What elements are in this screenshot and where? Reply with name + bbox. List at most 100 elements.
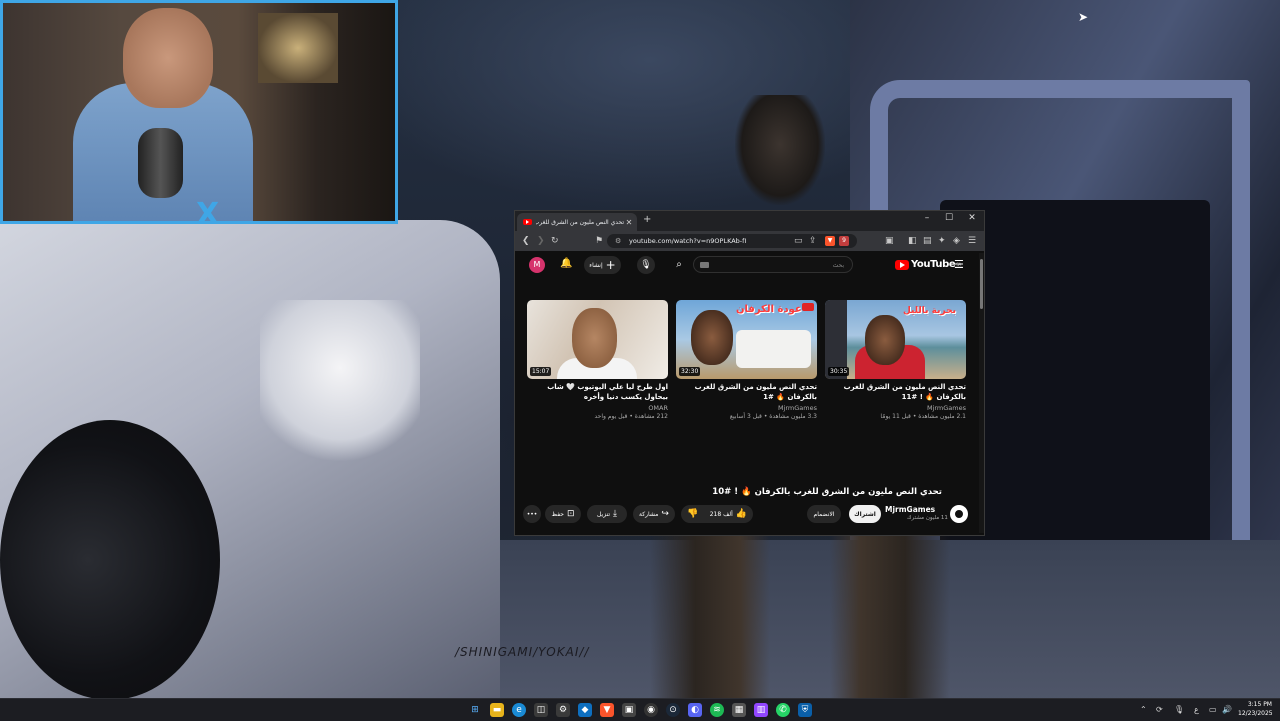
site-info-icon[interactable]: ⚙ (615, 234, 621, 248)
back-icon[interactable]: ❮ (522, 235, 530, 247)
thumbnail-face (865, 315, 905, 365)
brave-icon[interactable]: ▼ (600, 703, 614, 717)
create-button[interactable]: إنشاء + (584, 256, 621, 274)
save-button[interactable]: حفظ ⊡ (545, 505, 581, 523)
browser-window[interactable]: تحدي النص مليون من الشرق للغرب بالكرفان … (514, 210, 985, 536)
discord-icon[interactable]: ◐ (688, 703, 702, 717)
sidebar-icon[interactable]: ◧ (908, 235, 917, 247)
video-card[interactable]: بحرية بالليل 30:35 تحدي النص مليون من ال… (825, 300, 966, 420)
thumbnail-face (572, 308, 617, 368)
defender-icon[interactable]: ⛨ (798, 703, 812, 717)
subscribe-button[interactable]: اشتراك (849, 505, 881, 523)
brave-rewards-icon[interactable]: 9 (839, 236, 849, 246)
channel-avatar[interactable] (950, 505, 968, 523)
sync-icon[interactable]: ⟳ (1156, 703, 1163, 717)
video-channel[interactable]: MjrmGames (825, 404, 966, 412)
voice-search-icon[interactable]: 🎙 (637, 256, 655, 274)
youtube-play-icon (895, 259, 909, 270)
cast-icon[interactable]: ▭ (794, 235, 803, 247)
download-button[interactable]: تنزيل ⤓ (587, 505, 627, 523)
new-tab-icon[interactable]: + (643, 214, 651, 225)
chat-icon[interactable]: ▣ (622, 703, 636, 717)
video-meta: 2.1 مليون مشاهدة • قبل 11 يومًا (880, 413, 966, 420)
scrollbar-thumb[interactable] (980, 259, 983, 309)
notifications-bell-icon[interactable]: 🔔 (560, 258, 572, 269)
video-card[interactable]: 15:07 اول طرح ليا علي اليوتيوب 🤍 شاب بيح… (527, 300, 668, 420)
obs-icon[interactable]: ◉ (644, 703, 658, 717)
spotify-icon[interactable]: ≋ (710, 703, 724, 717)
video-card[interactable]: عودة الكرفان 32:30 تحدي النص مليون من ال… (676, 300, 817, 420)
whatsapp-icon[interactable]: ✆ (776, 703, 790, 717)
file-explorer-icon[interactable]: ▬ (490, 703, 504, 717)
more-actions-icon[interactable]: ••• (523, 505, 541, 523)
windows-start-icon[interactable]: ⊞ (468, 703, 482, 717)
store-icon[interactable]: ◫ (534, 703, 548, 717)
vscode-icon[interactable]: ◆ (578, 703, 592, 717)
share-icon[interactable]: ⇪ (809, 235, 817, 247)
system-clock[interactable]: 3:15 PM 12/23/2025 (1238, 700, 1273, 718)
extensions-icon[interactable]: ✦ (938, 235, 946, 247)
mic-tray-icon[interactable]: 🎙 (1174, 703, 1184, 717)
video-duration: 30:35 (828, 367, 850, 376)
download-icon: ⤓ (613, 509, 617, 519)
video-title[interactable]: تحدي النص مليون من الشرق للغرب بالكرفان … (825, 382, 966, 402)
wallet-icon[interactable]: ▤ (923, 235, 932, 247)
account-avatar[interactable]: M (529, 257, 545, 273)
channel-avatar-icon (953, 508, 965, 520)
join-button[interactable]: الانضمام (807, 505, 841, 523)
forward-icon[interactable]: ❯ (537, 235, 545, 247)
browser-tab[interactable]: تحدي النص مليون من الشرق للغرب بالكرفان … (517, 213, 637, 231)
video-meta: 3.3 مليون مشاهدة • قبل 3 أسابيع (729, 413, 817, 420)
settings-icon[interactable]: ⚙ (556, 703, 570, 717)
steam-icon[interactable]: ⊙ (666, 703, 680, 717)
tray-overflow-icon[interactable]: ⌃ (1140, 703, 1147, 717)
reload-icon[interactable]: ↻ (551, 235, 559, 247)
volume-icon[interactable]: 🔊 (1222, 703, 1232, 717)
page-scrollbar[interactable] (979, 253, 984, 533)
subscriber-count: 11 مليون مشترك (907, 515, 948, 521)
screenshot-icon[interactable]: ▣ (885, 235, 894, 247)
address-bar[interactable]: ⚙ youtube.com/watch?v=n9OPLKAb-fI (607, 234, 857, 248)
edge-icon[interactable]: e (512, 703, 526, 717)
youtube-logo-text: YouTube (911, 259, 956, 270)
like-count: 218 ألف (709, 510, 733, 518)
network-icon[interactable]: ▭ (1209, 703, 1217, 717)
thumbnail-text: بحرية بالليل (903, 306, 956, 316)
browser-menu-icon[interactable]: ☰ (968, 235, 976, 247)
keyboard-icon[interactable] (700, 262, 709, 268)
watch-video-title: تحدي النص مليون من الشرق للغرب بالكرفان … (712, 487, 942, 497)
close-window-button[interactable]: ✕ (961, 213, 983, 223)
skull-decal (260, 300, 420, 470)
video-title[interactable]: اول طرح ليا علي اليوتيوب 🤍 شاب بيحاول يك… (527, 382, 668, 402)
video-thumbnail[interactable]: بحرية بالليل 30:35 (825, 300, 966, 379)
twitch-icon[interactable]: ▥ (754, 703, 768, 717)
brave-shields-icon[interactable]: ▼ (825, 236, 835, 246)
like-button[interactable]: 218 ألف 👍 (710, 509, 747, 519)
car-wheel (0, 420, 220, 698)
close-tab-icon[interactable]: ✕ (624, 218, 634, 227)
video-thumbnail[interactable]: عودة الكرفان 32:30 (676, 300, 817, 379)
bookmark-icon[interactable]: ⚑ (595, 235, 603, 247)
vpn-icon[interactable]: ◈ (953, 235, 960, 247)
video-channel[interactable]: OMAR (527, 404, 668, 412)
language-indicator[interactable]: ع (1194, 703, 1199, 717)
video-meta: 212 مشاهدة • قبل يوم واحد (594, 413, 668, 420)
share-button[interactable]: مشاركة ↪ (633, 505, 675, 523)
dislike-icon[interactable]: 👎 (687, 509, 698, 519)
thumbnail-face (691, 310, 733, 365)
thumbnail-rv (736, 330, 811, 368)
search-input[interactable]: بحث (693, 256, 853, 273)
channel-name[interactable]: MjrmGames (885, 505, 935, 514)
browser-titlebar[interactable]: تحدي النص مليون من الشرق للغرب بالكرفان … (515, 211, 984, 231)
minimize-button[interactable]: – (916, 213, 938, 223)
search-icon[interactable]: ⌕ (668, 256, 690, 274)
maximize-button[interactable]: ☐ (938, 213, 960, 223)
video-thumbnail[interactable]: 15:07 (527, 300, 668, 379)
youtube-logo[interactable]: YouTube SA (895, 259, 961, 270)
thumbnail-text: عودة الكرفان (736, 304, 802, 315)
car-brand-text: /SHINIGAMI/YOKAI// (455, 645, 590, 659)
notion-icon[interactable]: ▦ (732, 703, 746, 717)
video-channel[interactable]: MjrmGames (676, 404, 817, 412)
video-title[interactable]: تحدي النص مليون من الشرق للغرب بالكرفان … (676, 382, 817, 402)
guide-menu-icon[interactable]: ☰ (954, 258, 964, 271)
